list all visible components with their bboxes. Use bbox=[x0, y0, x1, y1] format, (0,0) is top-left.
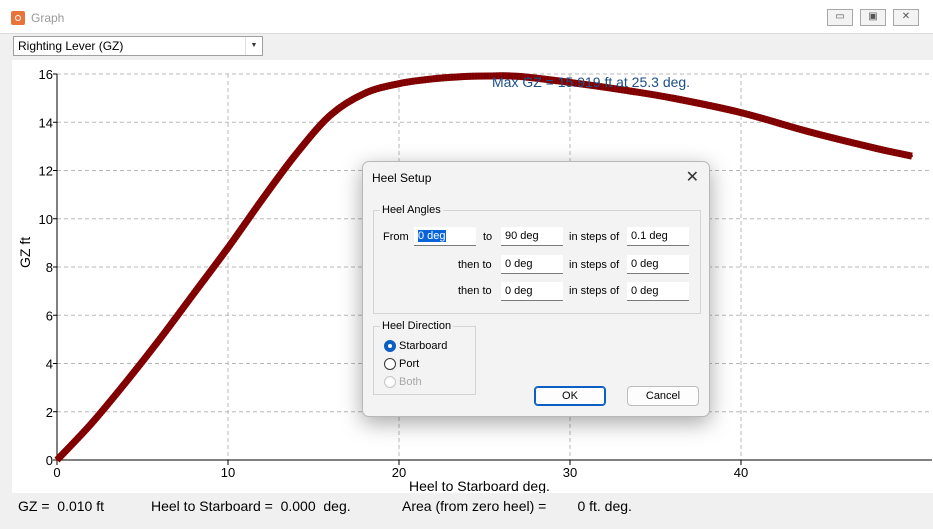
x-tick-label: 30 bbox=[563, 465, 577, 480]
data-point bbox=[671, 97, 674, 100]
y-tick-label: 8 bbox=[46, 260, 53, 275]
to-label: to bbox=[483, 231, 493, 243]
data-point bbox=[329, 114, 332, 117]
data-point bbox=[488, 74, 491, 77]
steps-label-3: in steps of bbox=[569, 285, 620, 297]
graph-window: Graph ▭ ▣ ✕ Righting Lever (GZ) ▼ 0 10 20 3… bbox=[0, 0, 933, 529]
to-field[interactable]: 90 deg bbox=[501, 227, 563, 246]
ok-button[interactable]: OK bbox=[534, 386, 606, 406]
heel-direction-legend: Heel Direction bbox=[380, 320, 454, 332]
then-to-field-2[interactable]: 0 deg bbox=[501, 282, 563, 301]
data-point bbox=[56, 459, 58, 461]
data-point bbox=[90, 422, 93, 425]
data-point bbox=[192, 292, 195, 295]
x-tick-label: 0 bbox=[53, 465, 60, 480]
data-point bbox=[227, 246, 229, 249]
graph-type-value: Righting Lever (GZ) bbox=[18, 39, 124, 53]
then-to-label-2: then to bbox=[458, 285, 492, 297]
minimize-button[interactable]: ▭ bbox=[827, 9, 853, 26]
data-point bbox=[363, 92, 366, 95]
data-point bbox=[432, 77, 435, 80]
data-point bbox=[261, 198, 264, 201]
data-point bbox=[740, 111, 742, 114]
data-point bbox=[124, 381, 127, 384]
y-tick-label: 10 bbox=[39, 212, 53, 227]
both-radio bbox=[384, 376, 396, 388]
dialog-title: Heel Setup bbox=[372, 171, 432, 185]
x-axis-label: Heel to Starboard deg. bbox=[409, 478, 550, 493]
chevron-down-icon[interactable]: ▼ bbox=[245, 37, 262, 55]
step-field-3[interactable]: 0 deg bbox=[627, 282, 689, 301]
data-point bbox=[158, 338, 161, 341]
data-point bbox=[398, 82, 400, 85]
status-gz: GZ = 0.010 ft bbox=[18, 498, 104, 514]
x-tick-label: 20 bbox=[392, 465, 406, 480]
y-tick-label: 2 bbox=[46, 405, 53, 420]
window-title: Graph bbox=[31, 11, 65, 25]
from-value: 0 deg bbox=[418, 230, 446, 242]
step-field-1[interactable]: 0.1 deg bbox=[627, 227, 689, 246]
close-button[interactable]: ✕ bbox=[893, 9, 919, 26]
app-icon bbox=[11, 11, 25, 25]
from-label: From bbox=[383, 231, 409, 243]
y-tick-label: 0 bbox=[46, 453, 53, 468]
data-point bbox=[876, 147, 879, 150]
y-tick-label: 12 bbox=[39, 164, 53, 179]
steps-label-1: in steps of bbox=[569, 231, 620, 243]
y-axis-label: GZ ft bbox=[17, 237, 33, 268]
heel-setup-dialog: Heel Setup ✕ Heel Angles From 0 deg to 9… bbox=[362, 161, 710, 417]
port-label: Port bbox=[399, 358, 420, 370]
y-tick-label: 6 bbox=[46, 308, 53, 323]
restore-button[interactable]: ▣ bbox=[860, 9, 886, 26]
then-to-field-1[interactable]: 0 deg bbox=[501, 255, 563, 274]
title-bar: Graph ▭ ▣ ✕ bbox=[0, 0, 933, 34]
data-point bbox=[808, 130, 811, 133]
then-to-label-1: then to bbox=[458, 259, 492, 271]
status-area: Area (from zero heel) = 0 ft. deg. bbox=[402, 498, 632, 514]
starboard-label: Starboard bbox=[399, 340, 448, 352]
y-tick-label: 14 bbox=[39, 115, 53, 130]
port-radio[interactable] bbox=[384, 358, 396, 370]
data-point bbox=[911, 155, 913, 158]
steps-label-2: in steps of bbox=[569, 259, 620, 271]
status-heel: Heel to Starboard = 0.000 deg. bbox=[151, 498, 351, 514]
y-tick-label: 16 bbox=[39, 67, 53, 82]
starboard-radio[interactable] bbox=[384, 340, 396, 352]
data-point bbox=[466, 75, 469, 78]
x-tick-label: 40 bbox=[734, 465, 748, 480]
graph-type-select[interactable]: Righting Lever (GZ) ▼ bbox=[13, 36, 263, 56]
data-point bbox=[295, 152, 298, 155]
heel-angles-legend: Heel Angles bbox=[380, 204, 443, 216]
close-icon[interactable]: ✕ bbox=[686, 167, 699, 187]
x-tick-label: 10 bbox=[221, 465, 235, 480]
max-gz-annotation: Max GZ = 15.919 ft at 25.3 deg. bbox=[492, 74, 690, 90]
y-tick-label: 4 bbox=[46, 357, 53, 372]
step-field-2[interactable]: 0 deg bbox=[627, 255, 689, 274]
both-label: Both bbox=[399, 376, 422, 388]
from-field[interactable]: 0 deg bbox=[414, 227, 476, 246]
cancel-button[interactable]: Cancel bbox=[627, 386, 699, 406]
